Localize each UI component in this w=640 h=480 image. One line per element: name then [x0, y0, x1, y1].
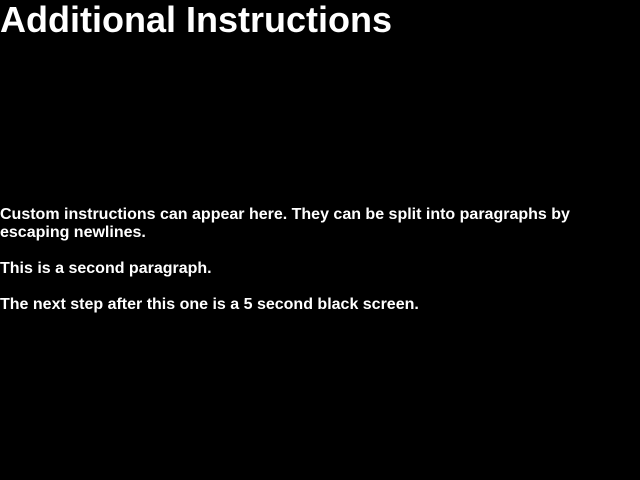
- instruction-paragraph-3: The next step after this one is a 5 seco…: [0, 296, 419, 313]
- instruction-paragraph-1: Custom instructions can appear here. The…: [0, 206, 570, 241]
- instructions-body: Custom instructions can appear here. The…: [0, 206, 590, 314]
- instructions-screen: Additional Instructions Custom instructi…: [0, 0, 640, 480]
- page-title: Additional Instructions: [0, 0, 392, 40]
- instruction-paragraph-2: This is a second paragraph.: [0, 260, 212, 277]
